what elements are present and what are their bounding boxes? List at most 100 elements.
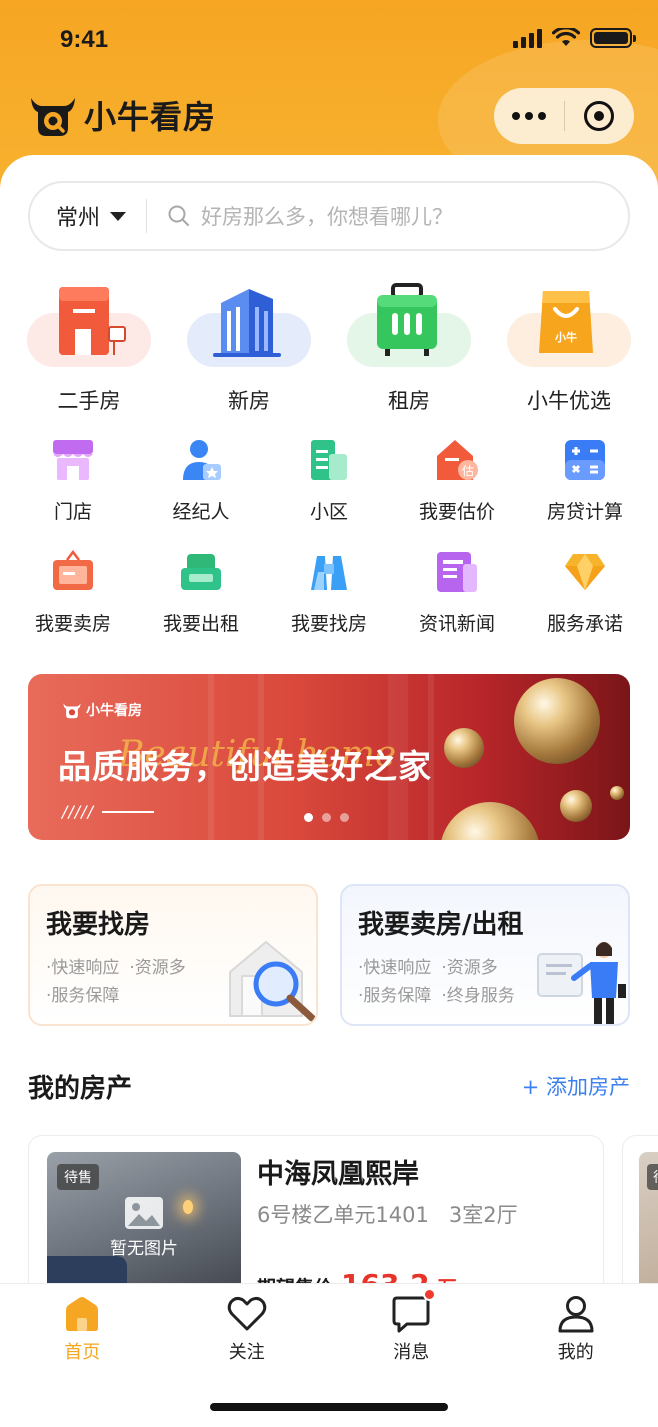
cellular-signal-icon	[513, 28, 542, 48]
house-magnifier-icon	[229, 940, 316, 1022]
category-label: 小牛优选	[527, 389, 611, 413]
tab-messages[interactable]: 消息	[329, 1284, 494, 1374]
bull-logo-icon	[31, 98, 75, 136]
shortcut-label: 我要找房	[290, 613, 367, 635]
card-features: ·快速响应 ·资源多 ·服务保障	[46, 958, 186, 1006]
banner-brand-text: 小牛看房	[86, 703, 142, 719]
bull-logo-icon	[63, 703, 81, 719]
app-logo: 小牛看房	[28, 92, 216, 138]
banner-slogan: 品质服务，创造美好之家	[58, 747, 432, 786]
banner-decoration: /////	[62, 802, 154, 821]
city-label: 常州	[56, 206, 101, 231]
search-icon	[168, 205, 190, 226]
svg-text:估: 估	[462, 464, 474, 478]
add-property-button[interactable]: + 添加房产	[522, 1071, 630, 1101]
tab-mine[interactable]: 我的	[494, 1284, 658, 1374]
svg-text:小牛: 小牛	[554, 330, 577, 344]
property-address: 6号楼乙单元1401 3室2厅	[257, 1203, 518, 1227]
miniprogram-capsule	[494, 88, 634, 144]
category-label: 二手房	[57, 389, 121, 413]
tab-home[interactable]: 首页	[0, 1284, 165, 1374]
close-button[interactable]	[565, 88, 635, 144]
gold-sphere	[514, 678, 600, 764]
section-title: 我的房产	[28, 1074, 133, 1104]
shortcut-label: 资讯新闻	[418, 613, 495, 635]
property-image: 待售 暂无图片	[47, 1152, 241, 1285]
message-icon	[392, 1296, 430, 1333]
sofa-icon	[181, 554, 221, 590]
shortcut-label: 我要估价	[418, 501, 495, 523]
shortcut-news[interactable]: 资讯新闻	[393, 547, 521, 659]
battery-icon	[590, 28, 636, 48]
shortcut-promise[interactable]: 服务承诺	[521, 547, 649, 659]
shortcut-find-home[interactable]: 我要找房	[265, 547, 393, 659]
city-selector[interactable]: 常州	[30, 200, 146, 232]
valuation-icon: 估	[437, 440, 478, 480]
gold-sphere	[610, 786, 624, 800]
property-image: 待	[639, 1152, 658, 1285]
status-badge: 待	[647, 1164, 658, 1190]
category-label: 新房	[228, 389, 270, 413]
binoculars-icon	[311, 556, 347, 590]
caret-down-icon	[110, 211, 127, 221]
category-second-hand[interactable]: 二手房	[9, 285, 169, 415]
shortcut-store[interactable]: 门店	[9, 435, 137, 547]
wifi-icon	[552, 28, 580, 46]
shortcut-agent[interactable]: 经纪人	[137, 435, 265, 547]
banner-brand: 小牛看房	[62, 700, 142, 720]
shortcut-label: 小区	[309, 501, 348, 523]
notification-badge	[423, 1288, 437, 1301]
agent-illustration-icon	[537, 942, 626, 1024]
shortcut-label: 门店	[53, 501, 92, 523]
carousel-dots	[304, 813, 349, 822]
search-bar: 常州 好房那么多，你想看哪儿？	[28, 181, 630, 251]
shopping-bag-orange-icon: 小牛	[539, 291, 593, 353]
property-card[interactable]: 待售 暂无图片 中海凤凰熙岸 6号楼乙单元1401 3室2厅 期望售价 163.…	[28, 1135, 604, 1285]
find-home-card[interactable]: 我要找房 ·快速响应 ·资源多 ·服务保障	[28, 884, 318, 1026]
category-selected[interactable]: 小牛 小牛优选	[489, 285, 649, 415]
news-icon	[437, 552, 477, 592]
shortcut-grid: 门店 经纪人 小区 估 我要估价 房贷计算 我要卖房 我要出租 我要找房 资讯新…	[0, 435, 658, 659]
sell-rent-card[interactable]: 我要卖房/出租 ·快速响应 ·资源多 ·服务保障 ·终身服务	[340, 884, 630, 1026]
promo-banner[interactable]: 小牛看房 Beautiful home 品质服务，创造美好之家 /////	[28, 674, 630, 840]
shortcut-label: 服务承诺	[546, 613, 623, 635]
shortcut-community[interactable]: 小区	[265, 435, 393, 547]
main-categories: 二手房 新房 租房 小牛 小牛优选	[0, 283, 658, 415]
status-badge: 待售	[57, 1164, 99, 1190]
shortcut-valuation[interactable]: 估 我要估价	[393, 435, 521, 547]
category-rent[interactable]: 租房	[329, 283, 489, 415]
target-icon	[584, 101, 615, 131]
shortcut-mortgage-calc[interactable]: 房贷计算	[521, 435, 649, 547]
card-title: 我要找房	[46, 910, 151, 940]
property-name: 中海凤凰熙岸	[257, 1159, 419, 1190]
storefront-icon	[53, 440, 93, 480]
property-card[interactable]: 待	[622, 1135, 658, 1285]
search-input[interactable]: 好房那么多，你想看哪儿？	[201, 201, 453, 231]
main-content: 常州 好房那么多，你想看哪儿？ 二手房 新房 租房 小牛 小牛优选 门店 经纪人…	[0, 155, 658, 1285]
diamond-icon	[565, 554, 605, 590]
gold-sphere	[560, 790, 592, 822]
category-label: 租房	[388, 389, 430, 413]
community-icon	[311, 440, 347, 480]
shortcut-label: 房贷计算	[546, 501, 623, 523]
tab-follow[interactable]: 关注	[165, 1284, 330, 1374]
status-bar: 9:41	[0, 0, 658, 80]
sell-sign-icon	[53, 550, 93, 590]
category-new-home[interactable]: 新房	[169, 285, 329, 415]
gold-sphere	[440, 802, 540, 840]
no-image-placeholder: 暂无图片	[47, 1196, 241, 1259]
image-placeholder-icon	[125, 1197, 163, 1229]
shortcut-label: 我要卖房	[34, 613, 111, 635]
more-button[interactable]	[494, 88, 564, 144]
shortcut-label: 我要出租	[162, 613, 239, 635]
suitcase-green-icon	[377, 283, 437, 356]
shortcut-sell[interactable]: 我要卖房	[9, 547, 137, 659]
home-icon	[66, 1297, 99, 1331]
status-time: 9:41	[60, 26, 109, 53]
bottom-tab-bar: 首页 关注 消息 我的	[0, 1283, 658, 1427]
shortcut-rent-out[interactable]: 我要出租	[137, 547, 265, 659]
card-title: 我要卖房/出租	[358, 910, 524, 940]
shortcut-row: 门店 经纪人 小区 估 我要估价 房贷计算	[0, 435, 658, 547]
gold-sphere	[444, 728, 484, 768]
skyscraper-blue-icon	[213, 289, 281, 357]
